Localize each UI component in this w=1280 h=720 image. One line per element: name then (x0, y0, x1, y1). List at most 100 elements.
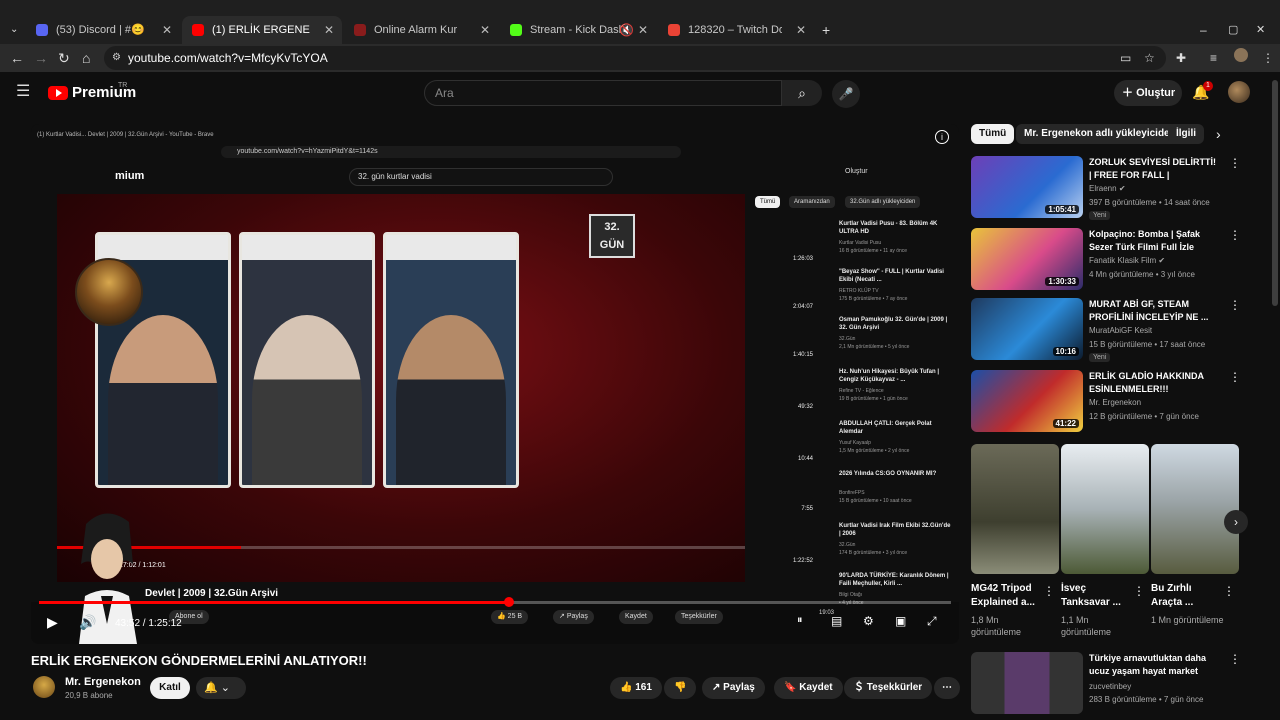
like-button[interactable]: 👍 161 (610, 677, 662, 699)
short-thumbnail[interactable] (1151, 444, 1239, 574)
hamburger-menu-icon[interactable]: ☰ (16, 84, 30, 100)
video-thumbnail[interactable]: 1:30:33 (971, 228, 1083, 290)
more-options-icon[interactable]: ⋮ (1229, 652, 1241, 666)
tab-alarm[interactable]: Online Alarm Kur ✕ (344, 16, 498, 44)
channel-name[interactable]: Mr. Ergenekon (65, 676, 141, 688)
settings-gear-icon[interactable]: ⚙ (863, 614, 874, 628)
microphone-icon[interactable]: 🎤 (832, 80, 860, 108)
short-title[interactable]: Bu Zırhlı Araçta ... (1151, 582, 1223, 610)
channel-name[interactable]: Fanatik Klasik Film ✔ (1089, 256, 1165, 265)
subtitles-icon[interactable]: ▤ (831, 614, 842, 628)
create-button[interactable]: ＋ Oluştur (1114, 80, 1182, 106)
recommended-video[interactable]: 1:05:41 ZORLUK SEVİYESİ DELİRTTİ! | FREE… (971, 156, 1261, 220)
save-button[interactable]: 🔖 Kaydet (774, 677, 843, 699)
more-options-icon[interactable]: ⋮ (1223, 584, 1235, 598)
recommended-video[interactable]: 10:16 MURAT ABİ GF, STEAM PROFİLİNİ İNCE… (971, 298, 1261, 362)
video-thumbnail[interactable] (971, 652, 1083, 714)
back-icon[interactable]: ← (10, 50, 24, 66)
tab-discord[interactable]: (53) Discord | #😊 YAYINCI-ÖZEL ✕ (26, 16, 180, 44)
video-title[interactable]: Türkiye arnavutluktan daha ucuz yaşam ha… (1089, 652, 1219, 678)
tab-search-chevron-icon[interactable]: ⌄ (10, 22, 18, 38)
subscription-bell-button[interactable]: 🔔 ⌄ (196, 677, 246, 699)
recommended-video[interactable]: Türkiye arnavutluktan daha ucuz yaşam ha… (971, 652, 1261, 714)
join-button[interactable]: Katıl (150, 677, 190, 699)
video-thumbnail[interactable]: 1:05:41 (971, 156, 1083, 218)
thanks-button[interactable]: ＄ Teşekkürler (844, 677, 933, 699)
shorts-next-button[interactable]: › (1224, 510, 1248, 534)
more-options-icon[interactable]: ⋮ (1133, 584, 1145, 598)
page-scrollbar[interactable] (1272, 80, 1278, 306)
more-options-icon[interactable]: ⋮ (1229, 370, 1241, 384)
channel-name[interactable]: zucvetinbey (1089, 682, 1131, 691)
notification-badge: 1 (1203, 81, 1213, 91)
mute-icon[interactable]: 🔇 (619, 16, 634, 44)
youtube-logo-icon[interactable] (48, 86, 68, 100)
video-title[interactable]: ZORLUK SEVİYESİ DELİRTTİ! | FREE FOR FAL… (1089, 156, 1219, 182)
chip-from-uploader[interactable]: Mr. Ergenekon adlı yükleyiciden (1016, 124, 1184, 144)
video-thumbnail[interactable]: 10:16 (971, 298, 1083, 360)
chip-related[interactable]: İlgili (1168, 124, 1204, 144)
maximize-button[interactable]: ▢ (1228, 22, 1238, 38)
address-bar[interactable]: ⚙ youtube.com/watch?v=MfcyKvTcYOA (104, 46, 1166, 70)
video-title[interactable]: Kolpaçino: Bomba | Şafak Sezer Türk Film… (1089, 228, 1219, 254)
close-icon[interactable]: ✕ (480, 16, 490, 44)
channel-avatar[interactable] (33, 676, 55, 698)
recommended-video[interactable]: 1:30:33 Kolpaçino: Bomba | Şafak Sezer T… (971, 228, 1261, 290)
channel-name[interactable]: Elraenn ✔ (1089, 184, 1126, 193)
search-icon[interactable]: ⌕ (782, 80, 822, 106)
chip-all[interactable]: Tümü (971, 124, 1015, 144)
channel-name[interactable]: MuratAbiGF Kesit (1089, 326, 1152, 335)
recommended-video[interactable]: 41:22 ERLİK GLADİO HAKKINDA ESİNLENMELER… (971, 370, 1261, 432)
verified-icon: ✔ (1118, 184, 1126, 193)
inner-video-frame: 32. GÜN 17:02 / 1:12:01 (57, 194, 745, 582)
site-info-icon[interactable]: ⚙ (112, 46, 121, 70)
video-player[interactable]: (1) Kurtlar Vadisi... Devlet | 2009 | 32… (31, 124, 959, 644)
reload-icon[interactable]: ↻ (58, 50, 70, 66)
short-thumbnail[interactable] (1061, 444, 1149, 574)
short-thumbnail[interactable] (971, 444, 1059, 574)
info-icon[interactable]: i (935, 130, 949, 144)
more-options-icon[interactable]: ⋮ (1043, 584, 1055, 598)
play-icon[interactable]: ▶ (47, 614, 58, 631)
account-avatar[interactable] (1228, 81, 1250, 103)
extensions-icon[interactable]: ✚ (1176, 50, 1186, 66)
volume-icon[interactable]: 🔊 (79, 614, 96, 631)
close-icon[interactable]: ✕ (324, 16, 334, 44)
close-icon[interactable]: ✕ (162, 16, 172, 44)
tab-youtube[interactable]: (1) ERLİK ERGENEKON GÖNDER ✕ (182, 16, 342, 44)
home-icon[interactable]: ⌂ (82, 50, 90, 66)
short-title[interactable]: İsveç Tanksavar ... (1061, 582, 1133, 610)
video-title[interactable]: MURAT ABİ GF, STEAM PROFİLİNİ İNCELEYİP … (1089, 298, 1219, 324)
video-thumbnail[interactable]: 41:22 (971, 370, 1083, 432)
video-title[interactable]: ERLİK GLADİO HAKKINDA ESİNLENMELER!!! (1089, 370, 1219, 396)
autoplay-toggle-icon[interactable]: ⏸ (797, 614, 803, 627)
more-options-icon[interactable]: ⋮ (1229, 298, 1241, 312)
tab-kick[interactable]: Stream - Kick Dashboard 🔇 ✕ (500, 16, 656, 44)
install-app-icon[interactable]: ▭ (1120, 50, 1131, 66)
share-button[interactable]: ↗ Paylaş (702, 677, 765, 699)
more-options-icon[interactable]: ⋮ (1229, 228, 1241, 242)
close-window-button[interactable]: ✕ (1256, 22, 1265, 38)
close-icon[interactable]: ✕ (638, 16, 648, 44)
channel-name[interactable]: Mr. Ergenekon (1089, 398, 1141, 407)
profile-avatar[interactable] (1234, 48, 1248, 62)
search-input[interactable]: Ara (424, 80, 782, 106)
dislike-button[interactable]: 👎 (664, 677, 697, 699)
inner-item-title: Osman Pamukoğlu 32. Gün'de | 2009 | 32. … (839, 317, 948, 331)
inner-item-title: 2026 Yılında CS:GO OYNANIR MI? (839, 471, 937, 477)
forward-icon[interactable]: → (34, 50, 48, 66)
fullscreen-icon[interactable]: ⤢ (927, 614, 937, 629)
media-control-icon[interactable]: ≡ (1210, 50, 1217, 66)
bookmark-star-icon[interactable]: ☆ (1144, 50, 1155, 66)
minimize-button[interactable]: – (1200, 22, 1207, 38)
menu-kebab-icon[interactable]: ⋮ (1262, 50, 1274, 66)
new-tab-button[interactable]: + (822, 22, 830, 38)
tab-gmail[interactable]: 128320 – Twitch Doğrulama Ko ✕ (658, 16, 814, 44)
more-options-icon[interactable]: ⋮ (1229, 156, 1241, 170)
progress-scrubber-handle[interactable] (503, 597, 514, 607)
more-actions-button[interactable]: ⋯ (934, 677, 960, 699)
chevron-right-icon[interactable]: › (1216, 126, 1221, 142)
close-icon[interactable]: ✕ (796, 16, 806, 44)
short-title[interactable]: MG42 Tripod Explained a... (971, 582, 1043, 610)
miniplayer-icon[interactable]: ▣ (895, 614, 906, 628)
